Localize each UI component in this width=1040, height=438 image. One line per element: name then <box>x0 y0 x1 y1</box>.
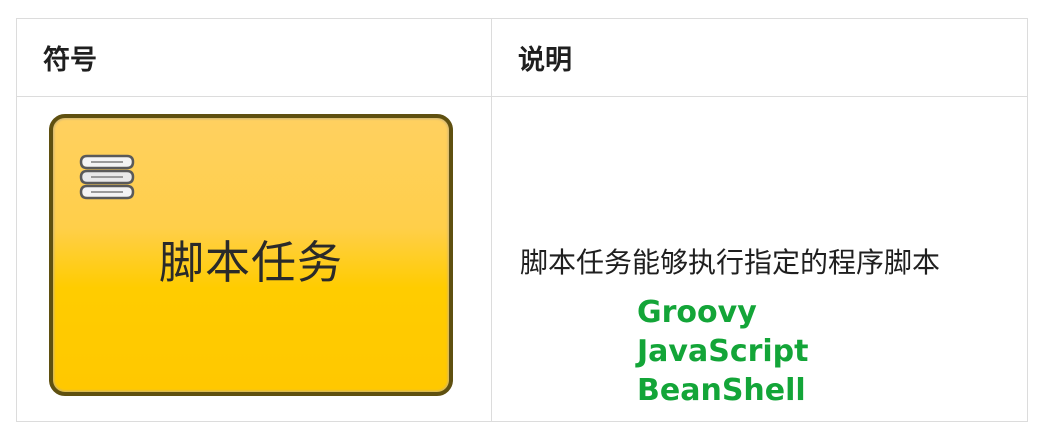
table-header-row: 符号 说明 <box>16 18 1028 97</box>
task-label: 脚本任务 <box>158 236 343 289</box>
header-symbol: 符号 <box>16 18 492 97</box>
language-item: Groovy <box>637 295 757 330</box>
symbol-cell: 脚本任务 <box>16 96 492 422</box>
symbol-table: 符号 说明 脚本任务 脚本任务能够执行指定的程序脚本 Groovy JavaSc… <box>16 18 1028 422</box>
script-task-shape: 脚本任务 <box>49 114 453 396</box>
language-item: JavaScript <box>637 334 809 369</box>
language-item: BeanShell <box>637 373 806 408</box>
language-list: Groovy JavaScript BeanShell <box>637 293 809 410</box>
description-cell: 脚本任务能够执行指定的程序脚本 Groovy JavaScript BeanSh… <box>491 96 1028 422</box>
header-description: 说明 <box>491 18 1028 97</box>
page: 符号 说明 脚本任务 脚本任务能够执行指定的程序脚本 Groovy JavaSc… <box>0 0 1040 438</box>
table-row: 脚本任务 脚本任务能够执行指定的程序脚本 Groovy JavaScript B… <box>16 96 1028 422</box>
description-text: 脚本任务能够执行指定的程序脚本 <box>520 246 941 279</box>
script-icon <box>79 154 135 200</box>
